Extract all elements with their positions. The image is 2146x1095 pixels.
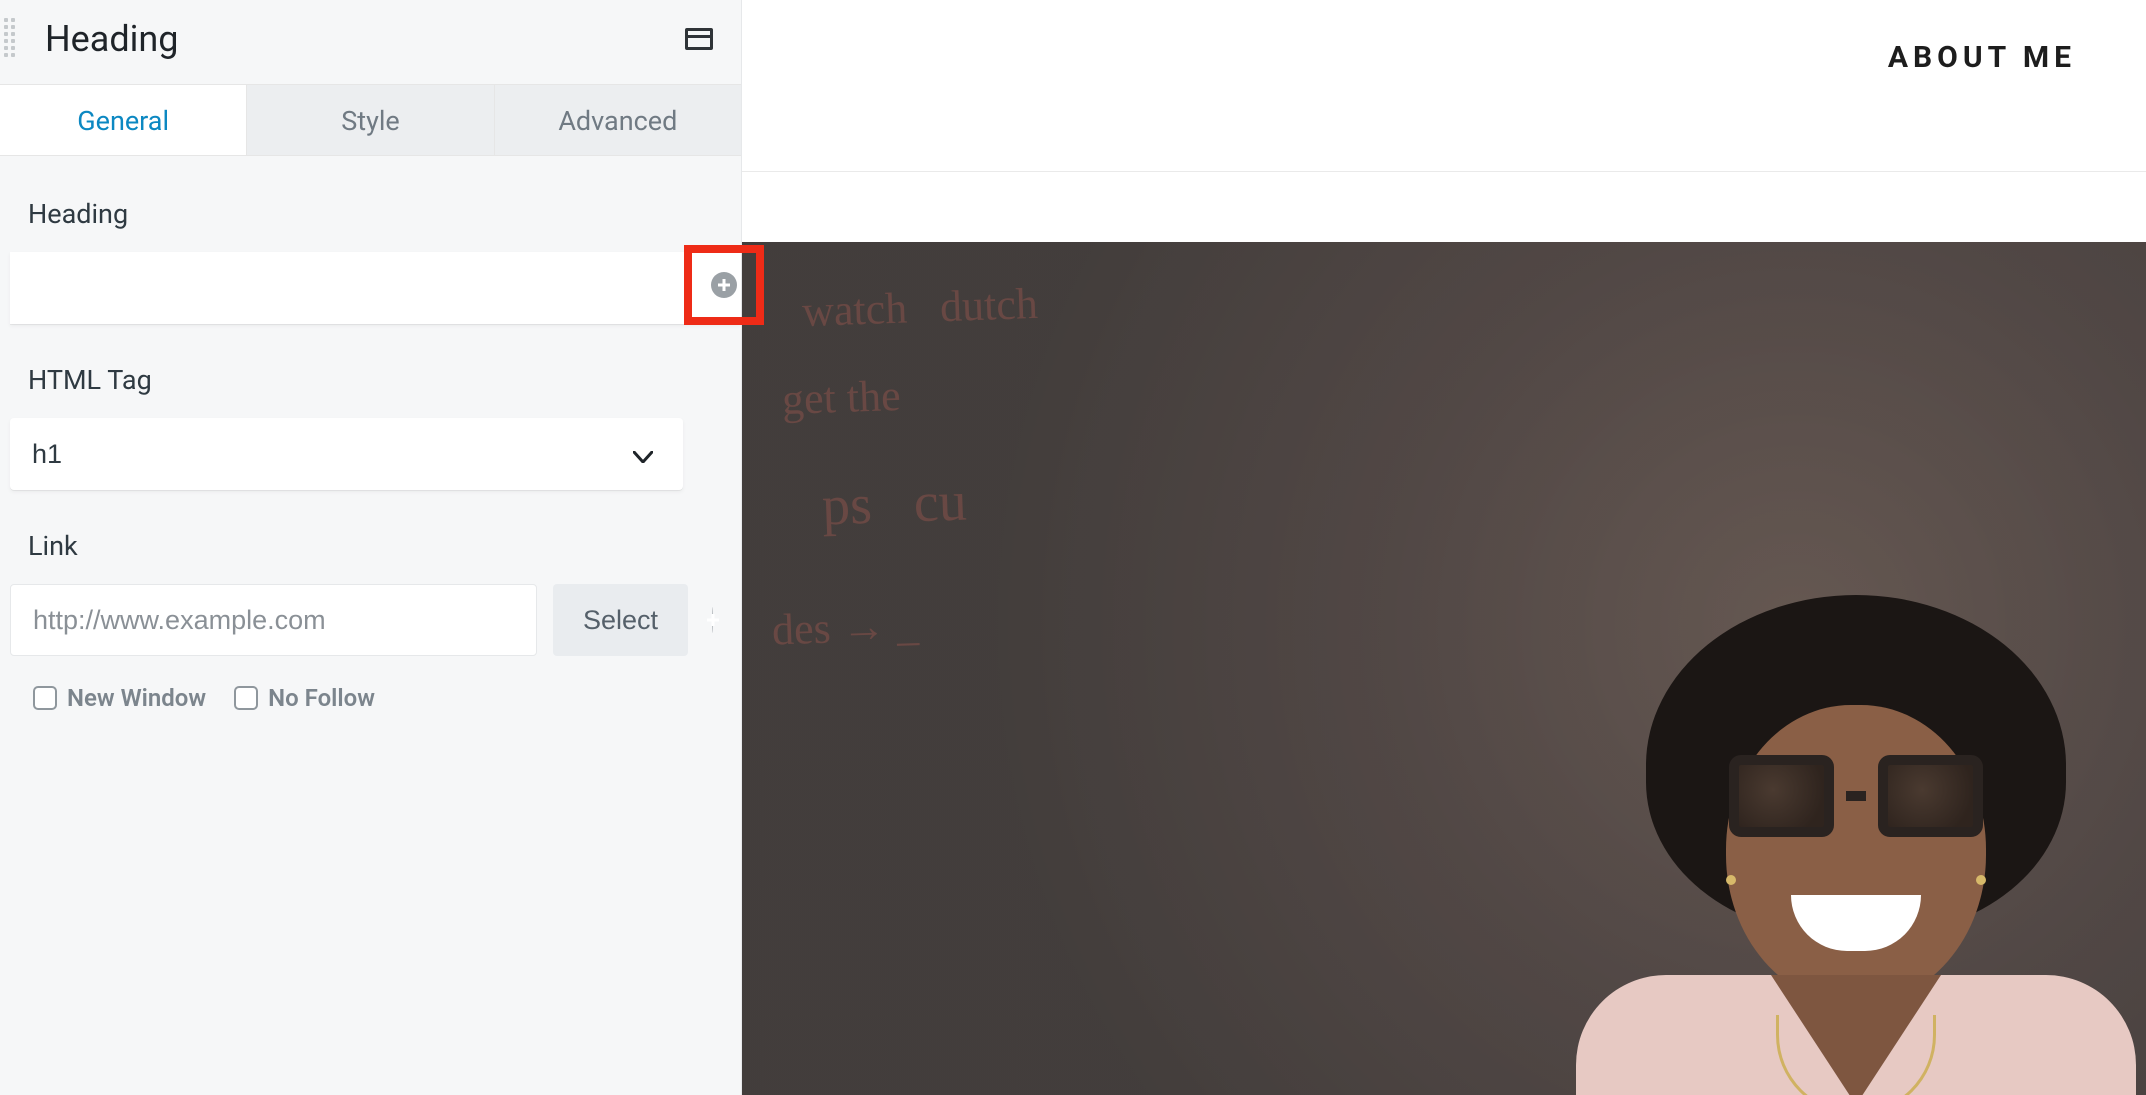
tab-general[interactable]: General xyxy=(0,85,247,155)
whiteboard-scribble: get the xyxy=(781,370,901,425)
nav-about-me[interactable]: ABOUT ME xyxy=(1888,40,2076,75)
new-window-label: New Window xyxy=(67,684,206,712)
page-preview: watch dutch get the ps cu des → _ xyxy=(742,172,2146,1095)
panel-title: Heading xyxy=(45,18,179,60)
plus-circle-icon[interactable] xyxy=(712,607,713,633)
heading-input[interactable] xyxy=(10,252,741,324)
link-label: Link xyxy=(28,530,713,562)
html-tag-label: HTML Tag xyxy=(28,364,713,396)
html-tag-select-wrap xyxy=(10,418,683,490)
whiteboard-scribble: watch dutch xyxy=(801,278,1038,337)
html-tag-select[interactable] xyxy=(10,418,683,490)
link-options: New Window No Follow xyxy=(28,684,713,712)
heading-field-label: Heading xyxy=(28,198,713,230)
no-follow-label: No Follow xyxy=(268,684,375,712)
link-url-input[interactable] xyxy=(10,584,537,656)
highlight-box xyxy=(684,245,764,325)
tab-style[interactable]: Style xyxy=(247,85,494,155)
tab-advanced[interactable]: Advanced xyxy=(495,85,741,155)
site-topbar: ABOUT ME xyxy=(742,0,2146,172)
checkbox-icon xyxy=(234,686,258,710)
whiteboard-scribble: des → _ xyxy=(771,599,919,655)
link-select-button[interactable]: Select xyxy=(553,584,688,656)
tab-bar: General Style Advanced xyxy=(0,84,741,156)
new-window-checkbox[interactable]: New Window xyxy=(33,684,206,712)
settings-panel: Heading General Style Advanced Heading H… xyxy=(0,0,742,1095)
panel-header: Heading xyxy=(0,0,741,84)
checkbox-icon xyxy=(33,686,57,710)
heading-input-wrap xyxy=(10,252,741,324)
link-row: Select xyxy=(10,584,713,656)
panel-body: Heading HTML Tag Link Select xyxy=(0,156,741,712)
window-mode-icon[interactable] xyxy=(685,28,713,50)
drag-handle-icon[interactable] xyxy=(4,18,15,57)
whiteboard-scribble: ps cu xyxy=(821,469,968,538)
add-field-connection-button[interactable] xyxy=(711,272,737,298)
hero-section: watch dutch get the ps cu des → _ xyxy=(742,242,2146,1095)
no-follow-checkbox[interactable]: No Follow xyxy=(234,684,375,712)
hero-person-illustration xyxy=(1496,595,2146,1095)
